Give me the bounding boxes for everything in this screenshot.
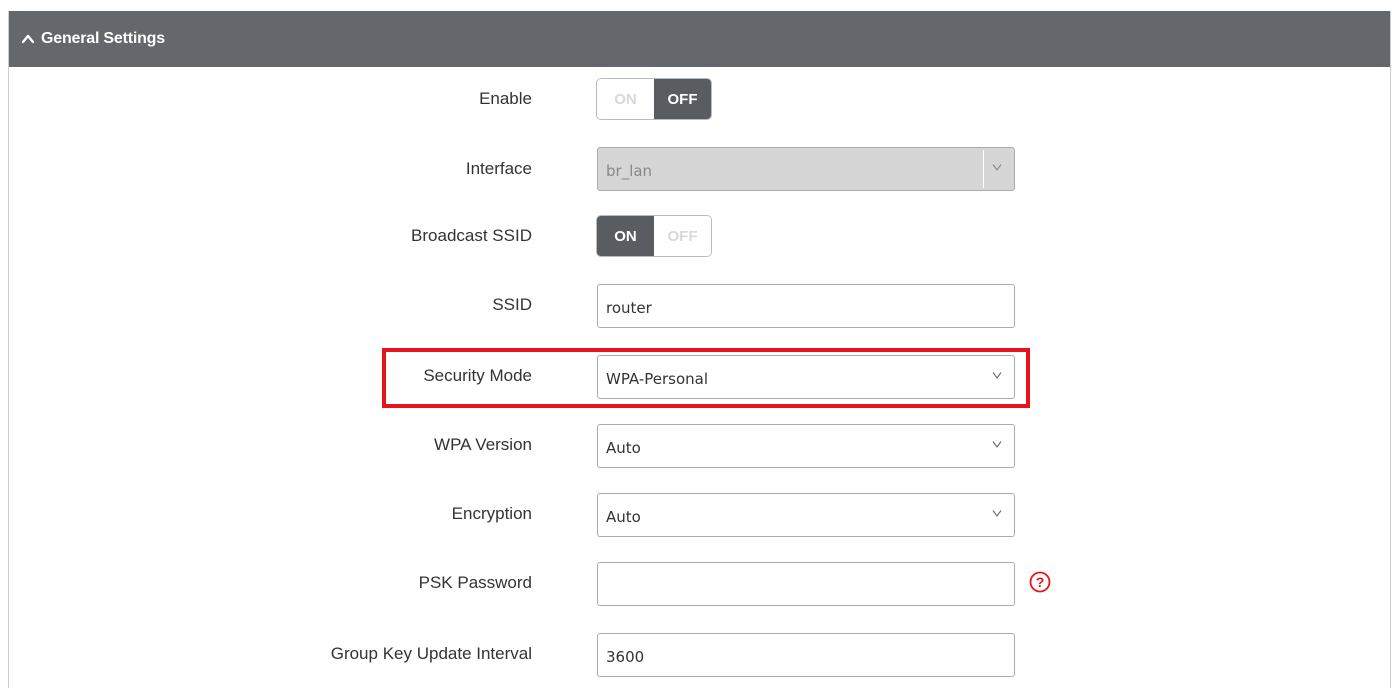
wpa-version-row: WPA Version Auto [9,422,1390,468]
broadcast-ssid-toggle-on[interactable]: ON [597,216,654,256]
broadcast-ssid-row: Broadcast SSID ON OFF [9,213,1390,259]
ssid-row: SSID router [9,282,1390,328]
broadcast-ssid-label: Broadcast SSID [411,226,532,245]
section-title: General Settings [41,30,165,47]
interface-select[interactable]: br_lan [597,147,1015,191]
svg-text:?: ? [1036,574,1045,590]
interface-row: Interface br_lan [9,146,1390,192]
general-settings-panel: General Settings Enable ON OFF Interface… [8,11,1391,688]
chevron-down-icon [992,372,1002,379]
group-key-update-interval-input[interactable]: 3600 [597,633,1015,677]
broadcast-ssid-toggle-off[interactable]: OFF [654,216,711,256]
enable-label: Enable [479,89,532,108]
wpa-version-label: WPA Version [434,435,532,454]
psk-password-input[interactable] [597,562,1015,606]
ssid-value: router [606,299,652,317]
ssid-label: SSID [492,295,532,314]
interface-value: br_lan [606,162,653,180]
chevron-down-icon [992,441,1002,448]
psk-password-label: PSK Password [418,573,532,592]
security-mode-select[interactable]: WPA-Personal [597,355,1015,399]
general-settings-header[interactable]: General Settings [9,11,1390,67]
security-mode-label: Security Mode [423,366,532,385]
enable-toggle[interactable]: ON OFF [596,78,712,120]
chevron-down-icon [992,164,1002,171]
psk-password-row: PSK Password ? [9,560,1390,606]
encryption-row: Encryption Auto [9,491,1390,537]
enable-toggle-on[interactable]: ON [597,79,654,119]
encryption-label: Encryption [451,504,532,523]
interface-label: Interface [465,159,532,178]
group-key-update-interval-value: 3600 [606,648,645,666]
encryption-select[interactable]: Auto [597,493,1015,537]
chevron-up-icon [21,32,35,46]
wpa-version-select[interactable]: Auto [597,424,1015,468]
select-divider [983,150,984,188]
group-key-update-interval-row: Group Key Update Interval 3600 [9,631,1390,677]
enable-toggle-off[interactable]: OFF [654,79,711,119]
security-mode-row: Security Mode WPA-Personal [9,353,1390,399]
broadcast-ssid-toggle[interactable]: ON OFF [596,215,712,257]
chevron-down-icon [992,510,1002,517]
enable-row: Enable ON OFF [9,76,1390,122]
wpa-version-value: Auto [606,439,641,457]
encryption-value: Auto [606,508,641,526]
help-circle-icon[interactable]: ? [1029,571,1051,593]
security-mode-value: WPA-Personal [606,370,709,388]
group-key-update-interval-label: Group Key Update Interval [330,644,532,663]
ssid-input[interactable]: router [597,284,1015,328]
